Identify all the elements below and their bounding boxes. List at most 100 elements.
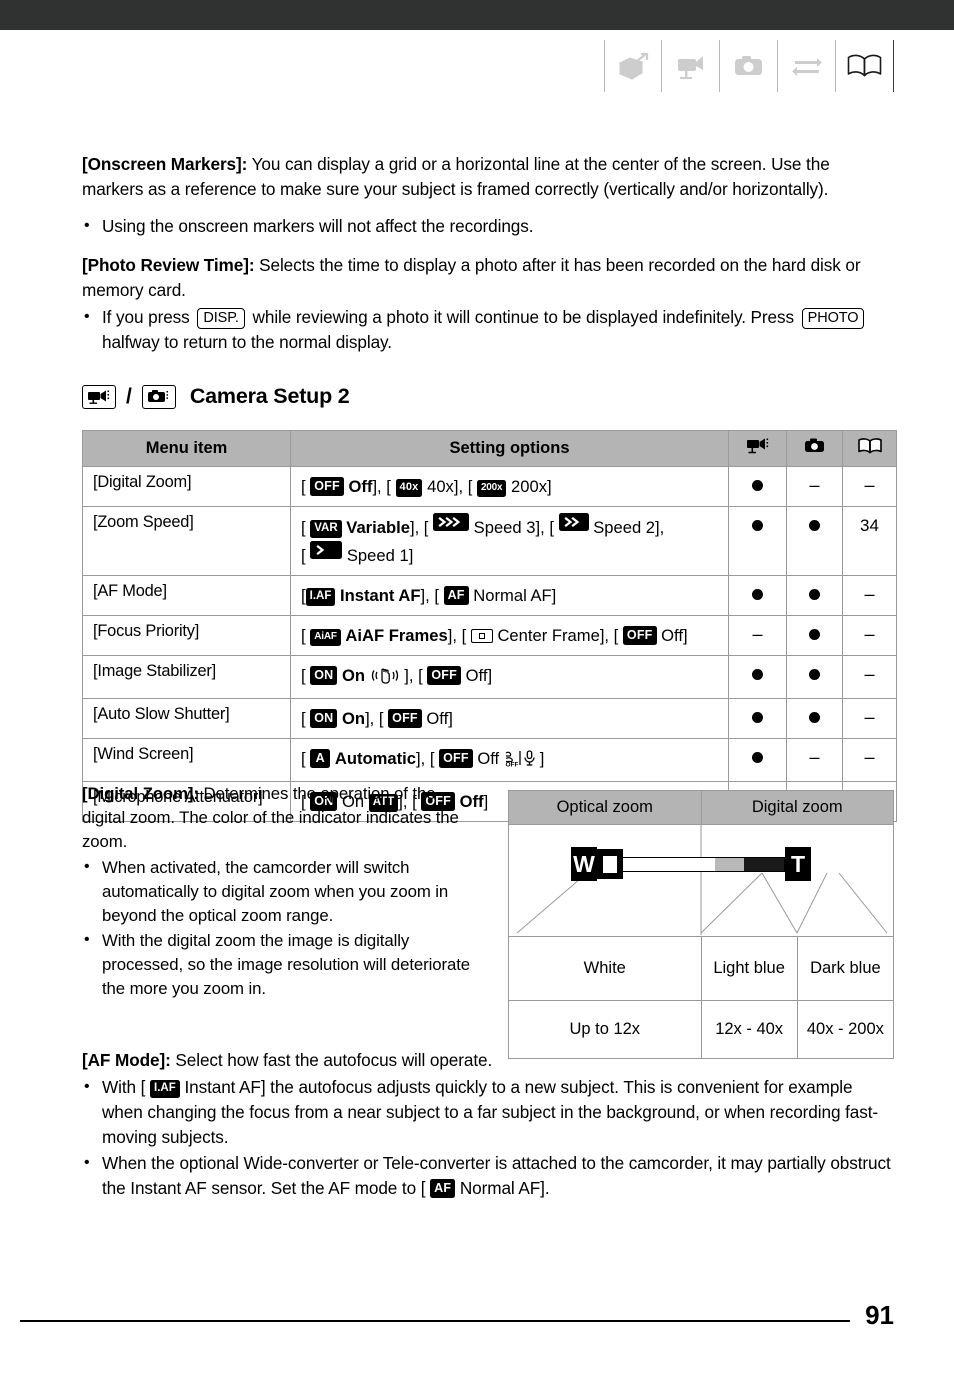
zoom-color-white: White (508, 936, 702, 1001)
reference-page-marker: – (842, 655, 897, 699)
option-label: Center Frame (497, 626, 600, 645)
zoom-segment-light-blue (714, 857, 744, 871)
column-header-reference-book-icon (842, 430, 897, 467)
column-header-menu-item: Menu item (82, 430, 291, 467)
option-label: 40x (427, 477, 454, 496)
wt-zoom-bar: W T (571, 847, 811, 881)
reference-page-marker: – (842, 575, 897, 616)
photo-mode-marker: – (786, 738, 843, 782)
menu-item-label: [Image Stabilizer] (82, 655, 291, 699)
option-label: Normal AF (473, 586, 552, 605)
photo-review-term: [Photo Review Time]: (82, 255, 255, 275)
setting-options-cell: [ ON On], [ OFF Off] (290, 698, 729, 739)
zoom-handle (597, 849, 623, 879)
photo-mode-marker (786, 655, 843, 699)
center-frame-icon (470, 629, 493, 643)
zoom-indicator-figure: Optical zoom Digital zoom W T White Ligh… (508, 790, 895, 1059)
camera-setup-menu-table: Menu item Setting options [Digital Zoom]… (82, 430, 897, 822)
instant-af-chip: I.AF (150, 1079, 180, 1098)
zoom-track (623, 856, 785, 872)
menu-item-label: [Focus Priority] (82, 615, 291, 656)
af-mode-section: [AF Mode]: Select how fast the autofocus… (82, 1048, 894, 1215)
on-chip: ON (310, 665, 338, 685)
header-icon-strip (604, 40, 894, 92)
menu-table-body: [Digital Zoom] [ OFF Off], [ 40x 40x], [… (82, 466, 897, 822)
onscreen-markers-term: [Onscreen Markers]: (82, 154, 248, 174)
40x-chip: 40x (395, 478, 423, 497)
list-item: With [ I.AF Instant AF] the autofocus ad… (82, 1074, 894, 1150)
table-row: [Image Stabilizer] [ ON On ], [ OFF Off]… (82, 655, 897, 699)
digital-zoom-header: Digital zoom (700, 790, 894, 825)
image-stabilizer-hand-icon (371, 665, 399, 692)
page-top-bar (0, 0, 954, 30)
bullet-text-pre: If you press (102, 307, 190, 327)
onscreen-markers-paragraph: [Onscreen Markers]: You can display a gr… (82, 152, 894, 202)
wide-angle-badge: W (571, 847, 597, 881)
off-chip: OFF (622, 625, 657, 645)
movie-mode-marker: – (728, 615, 787, 656)
open-book-icon (836, 40, 894, 92)
photo-mode-marker (786, 698, 843, 739)
disp-button-keycap: DISP. (197, 308, 245, 329)
list-item: When activated, the camcorder will switc… (82, 855, 482, 928)
off-chip: OFF (439, 748, 473, 768)
speed2-icon (558, 513, 589, 531)
zoom-color-row: White Light blue Dark blue (508, 936, 895, 1001)
photo-camera-icon (720, 40, 778, 92)
off-chip: OFF (388, 708, 422, 728)
package-box-icon (604, 40, 662, 92)
option-label: Speed 1 (346, 546, 409, 565)
intro-content: [Onscreen Markers]: You can display a gr… (82, 152, 894, 369)
option-label: Off (426, 709, 449, 728)
photo-mode-marker (786, 615, 843, 656)
normal-af-chip: AF (443, 585, 469, 605)
camcorder-icon (662, 40, 720, 92)
movie-mode-marker (728, 698, 787, 739)
movie-mode-marker (728, 506, 787, 576)
bullet-text-post: Instant AF] the autofocus adjusts quickl… (102, 1077, 879, 1147)
list-item: If you press DISP. while reviewing a pho… (82, 304, 894, 355)
var-chip: VAR (310, 519, 342, 538)
option-label: Instant AF (339, 586, 421, 605)
movie-mode-marker (728, 466, 787, 507)
photo-camera-icon (141, 384, 176, 409)
setting-options-cell: [ A Automatic], [ OFF Off OFF] (290, 738, 729, 782)
list-item: When the optional Wide-converter or Tele… (82, 1150, 894, 1201)
setting-options-cell: [ ON On ], [ OFF Off] (290, 655, 729, 699)
movie-mode-marker (728, 738, 787, 782)
table-row: [Zoom Speed] [ VAR Variable], [ Speed 3]… (82, 506, 897, 576)
list-item: With the digital zoom the image is digit… (82, 928, 482, 1001)
onscreen-markers-bullets: Using the onscreen markers will not affe… (82, 213, 894, 239)
setting-options-cell: [ AiAF AiAF Frames], [ Center Frame], [ … (290, 615, 729, 656)
setting-options-cell: [ VAR Variable], [ Speed 3], [ Speed 2],… (290, 506, 729, 576)
menu-item-label: [Auto Slow Shutter] (82, 698, 291, 739)
photo-button-keycap: PHOTO (801, 308, 865, 329)
page-number: 91 (865, 1300, 894, 1330)
zoom-segment-white (623, 857, 715, 871)
menu-item-label: [Wind Screen] (82, 738, 291, 782)
menu-item-label: [AF Mode] (82, 575, 291, 616)
digital-zoom-term: [Digital Zoom]: (82, 784, 199, 803)
option-label: Speed 2 (593, 518, 656, 537)
transfer-arrows-icon (778, 40, 836, 92)
list-item: Using the onscreen markers will not affe… (82, 213, 894, 239)
setting-options-cell: [I.AF Instant AF], [ AF Normal AF] (290, 575, 729, 616)
option-label: Off (477, 749, 500, 768)
page-title: Camera Setup 2 (189, 384, 350, 408)
table-row: [Digital Zoom] [ OFF Off], [ 40x 40x], [… (82, 466, 897, 507)
zoom-segment-dark-blue (743, 857, 784, 871)
off-chip: OFF (427, 665, 461, 685)
bullet-text-mid: while reviewing a photo it will continue… (252, 307, 795, 327)
column-header-camcorder-icon (728, 430, 787, 467)
telephoto-badge: T (785, 847, 811, 881)
speed3-icon (433, 513, 470, 531)
menu-item-label: [Digital Zoom] (82, 466, 291, 507)
option-label: AiAF Frames (345, 626, 448, 645)
digital-zoom-bullets: When activated, the camcorder will switc… (82, 855, 482, 1001)
section-heading: / Camera Setup 2 (82, 384, 350, 409)
photo-mode-marker (786, 575, 843, 616)
bullet-text-post: Normal AF]. (459, 1178, 550, 1198)
200x-chip: 200x (476, 479, 507, 497)
option-label: Variable (346, 518, 410, 537)
reference-page-marker: – (842, 466, 897, 507)
